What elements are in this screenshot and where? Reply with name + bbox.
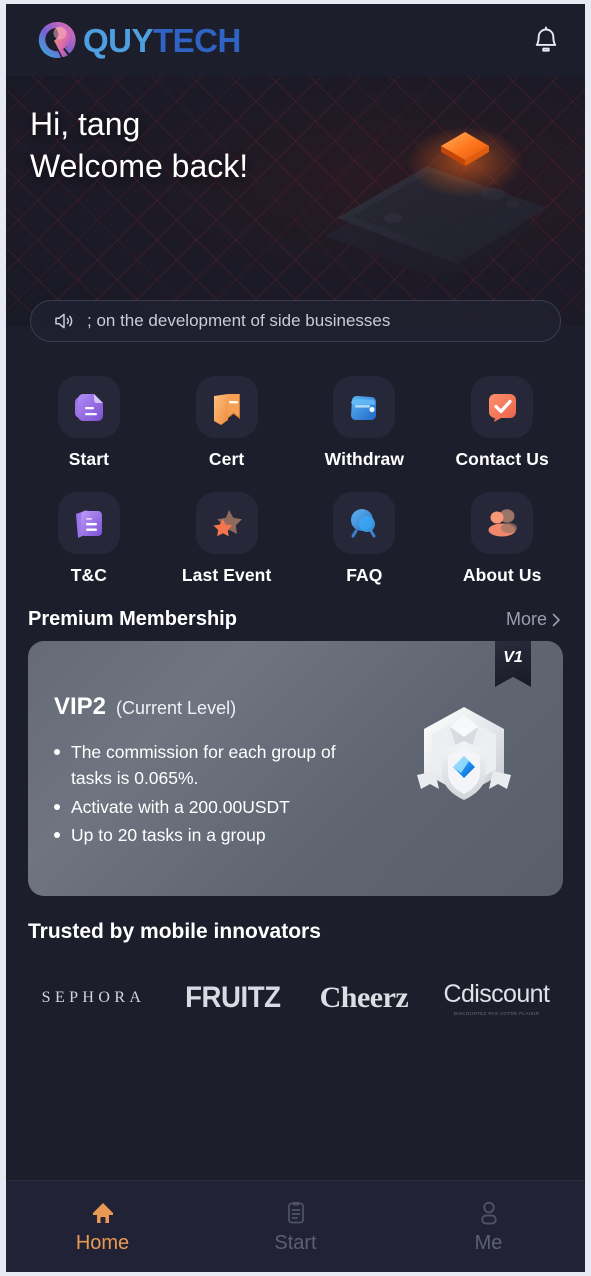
quick-action-tile (57, 492, 120, 554)
certificate-bookmark-orange-icon (213, 394, 240, 425)
quick-action-label: Contact Us (455, 449, 549, 469)
membership-more-button[interactable]: More (506, 609, 563, 630)
hero-banner: Hi, tang Welcome back! (6, 76, 585, 326)
people-coral-icon (488, 509, 518, 537)
tab-label: Me (474, 1232, 503, 1254)
question-magnifier-blue-icon (351, 509, 376, 538)
quick-action-label: Cert (208, 449, 245, 469)
trusted-title: Trusted by mobile innovators (28, 920, 321, 943)
hero-greeting: Hi, tang Welcome back! (30, 104, 248, 187)
quick-action-contact-us[interactable]: Contact Us (433, 376, 571, 470)
quick-action-tile (333, 376, 396, 438)
brand-logos-row: SEPHORA FRUITZ Cheerz Cdiscount DISCOUNT… (6, 944, 585, 1016)
announcement-text: ; on the development of side businesses (87, 311, 391, 330)
vip-benefit-item: The commission for each group of tasks i… (54, 739, 358, 792)
document-purple-icon (74, 394, 103, 421)
quick-action-tile (57, 376, 120, 438)
tab-me[interactable]: Me (392, 1198, 585, 1255)
logo-text-quy: QUY (83, 21, 154, 59)
notification-bell-icon[interactable] (529, 23, 563, 57)
vip-benefit-item: Activate with a 200.00USDT (54, 794, 358, 820)
logo-text-tech: TECH (153, 21, 241, 59)
membership-section-header: Premium Membership More (6, 592, 585, 631)
brand-logo-cheerz: Cheerz (319, 981, 409, 1014)
vip-card-wrap: V1 VIP2 (Current Level) The commission f… (6, 631, 585, 896)
brand-logo-sephora: SEPHORA (41, 989, 146, 1006)
clipboard-icon (287, 1202, 304, 1224)
membership-more-label: More (505, 609, 547, 629)
speaker-announcement-icon (55, 313, 73, 329)
vip-current-level-note: (Current Level) (116, 698, 237, 718)
wallet-blue-icon (351, 396, 377, 420)
vip-benefits-list: The commission for each group of tasks i… (54, 739, 358, 848)
app-logo-text: QUYTECH (83, 24, 241, 57)
greeting-line-2: Welcome back! (30, 147, 249, 184)
brand-logo-cdiscount: Cdiscount DISCOUNTEZ PAS VOTRE PLAISIR (444, 980, 550, 1016)
stars-orange-icon (213, 510, 242, 537)
quick-action-about-us[interactable]: About Us (433, 492, 571, 586)
page-title: Premium Membership (28, 608, 237, 630)
vip-level: VIP2 (54, 693, 107, 720)
quick-action-label: T&C (70, 565, 107, 585)
greeting-line-1: Hi, tang (30, 106, 141, 142)
quick-action-label: Withdraw (324, 449, 405, 469)
tab-label: Start (274, 1232, 317, 1254)
quick-action-grid: Start Cert Withdraw Contact Us T&C Last … (6, 342, 585, 592)
announcement-bar-wrap: ; on the development of side businesses (6, 300, 585, 342)
brand-logo-cdiscount-name: Cdiscount (443, 980, 550, 1008)
quick-action-cert[interactable]: Cert (158, 376, 296, 470)
brand-logo-cdiscount-tagline: DISCOUNTEZ PAS VOTRE PLAISIR (453, 1010, 540, 1017)
quick-action-label: About Us (462, 565, 542, 585)
quick-action-last-event[interactable]: Last Event (158, 492, 296, 586)
vip-ribbon-label: V1 (503, 649, 523, 666)
quick-action-tc[interactable]: T&C (20, 492, 158, 586)
announcement-bar[interactable]: ; on the development of side businesses (30, 300, 561, 342)
app-logo: QUYTECH (36, 19, 241, 61)
tab-home[interactable]: Home (6, 1198, 199, 1255)
vip-card-heading: VIP2 (Current Level) (54, 693, 358, 721)
brand-logo-fruitz: FRUITZ (184, 981, 281, 1014)
quick-action-label: FAQ (346, 565, 383, 585)
quick-action-tile (195, 376, 258, 438)
home-icon (92, 1203, 113, 1223)
quick-action-label: Start (68, 449, 110, 469)
person-icon (480, 1201, 497, 1225)
quick-action-tile (471, 376, 534, 438)
quick-action-faq[interactable]: FAQ (296, 492, 434, 586)
chevron-right-icon (552, 613, 560, 626)
quick-action-tile (333, 492, 396, 554)
vip-benefit-item: Up to 20 tasks in a group (54, 822, 358, 848)
quick-action-tile (471, 492, 534, 554)
quick-action-withdraw[interactable]: Withdraw (296, 376, 434, 470)
vip-hexagon-shield-emblem-icon (389, 693, 539, 843)
tab-start[interactable]: Start (199, 1198, 392, 1255)
bottom-tab-bar: Home Start Me (6, 1180, 585, 1272)
documents-purple-icon (75, 510, 102, 538)
tab-label: Home (75, 1232, 130, 1254)
vip-card[interactable]: V1 VIP2 (Current Level) The commission f… (28, 641, 563, 896)
vip-ribbon-badge: V1 (495, 641, 531, 687)
quick-action-tile (195, 492, 258, 554)
quick-action-start[interactable]: Start (20, 376, 158, 470)
app-header: QUYTECH (6, 4, 585, 76)
vip-card-body: VIP2 (Current Level) The commission for … (28, 641, 358, 848)
isometric-phone-illustration-icon (265, 106, 585, 326)
phone-frame: QUYTECH Hi, tang Welcome back! ; on the … (0, 0, 591, 1276)
quytech-swirl-logo-icon (36, 19, 78, 61)
quick-action-label: Last Event (181, 565, 272, 585)
app-screen: QUYTECH Hi, tang Welcome back! ; on the … (6, 4, 585, 1272)
chat-check-coral-icon (489, 394, 517, 422)
